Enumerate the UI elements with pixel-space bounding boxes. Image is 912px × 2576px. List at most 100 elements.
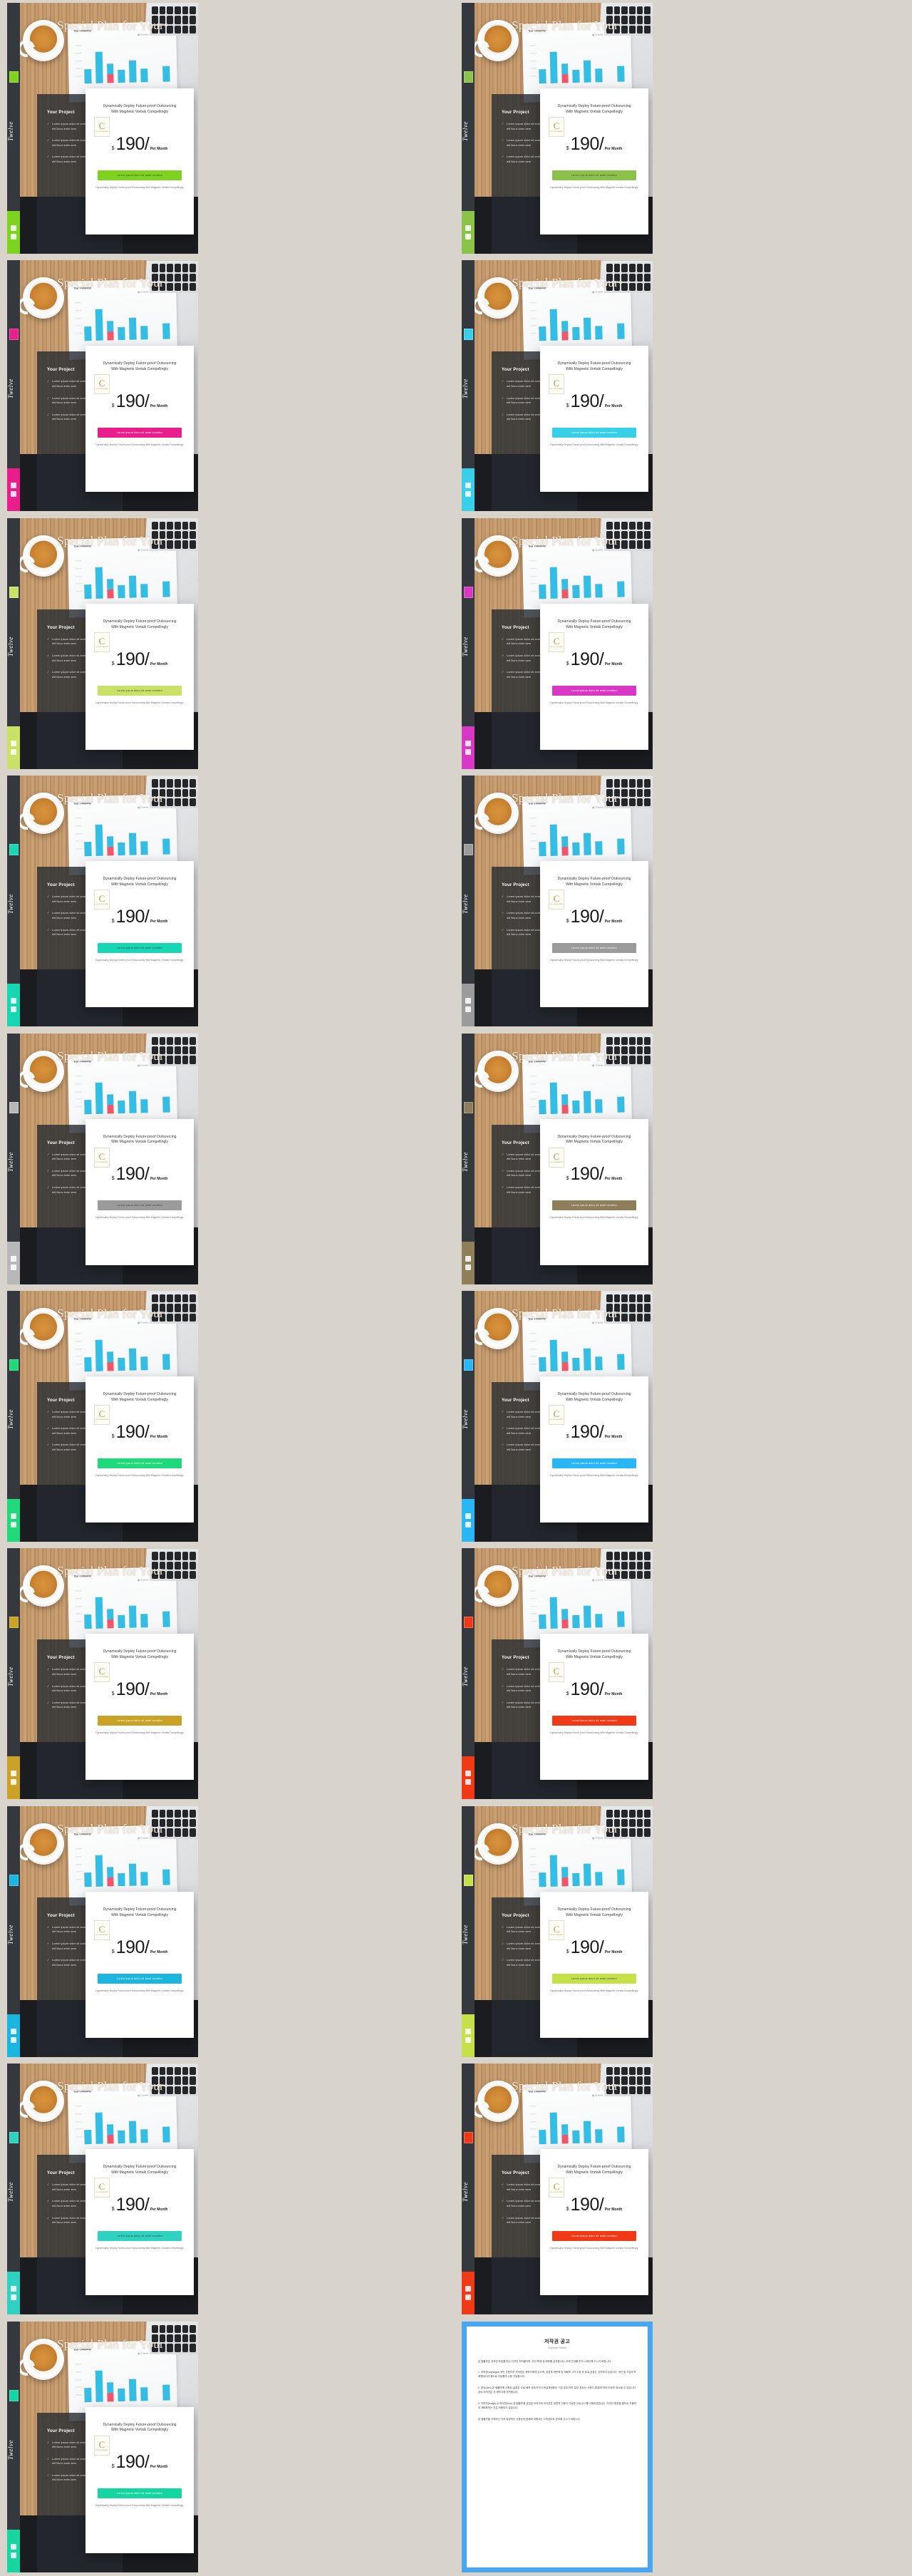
gallery-cell[interactable]: Our company CompareRateValue Special Pla…: [0, 1031, 456, 1288]
keyboard-key: [629, 2067, 636, 2076]
keyboard-key: [167, 1809, 173, 1818]
price-currency: $: [566, 2206, 569, 2212]
cta-button[interactable]: Lorem ipsum dolor sit amet cectetur: [552, 2230, 636, 2241]
cta-button[interactable]: Lorem ipsum dolor sit amet cectetur: [98, 1973, 182, 1984]
slide-thumbnail[interactable]: Our company CompareRateValue Special Pla…: [7, 517, 198, 769]
keyboard-key: [182, 1552, 189, 1560]
slide-thumbnail[interactable]: Our company CompareRateValue Special Pla…: [7, 1033, 198, 1284]
chart-bar: [549, 1339, 558, 1371]
keyboard-key: [621, 6, 628, 15]
cta-button[interactable]: Lorem ipsum dolor sit amet cectetur: [552, 942, 636, 953]
gallery-cell[interactable]: Our company CompareRateValue Special Pla…: [0, 2319, 456, 2576]
slide-left-rail: Twelve: [7, 2321, 20, 2572]
gallery-cell[interactable]: Our company CompareRateValue Special Pla…: [0, 257, 456, 515]
gallery-cell[interactable]: Our company CompareRateValue Special Pla…: [0, 1545, 456, 1803]
slide-thumbnail[interactable]: Our company CompareRateValue Special Pla…: [7, 1805, 198, 2057]
slide-thumbnail[interactable]: Our company CompareRateValue Special Pla…: [462, 776, 653, 1027]
slide-thumbnail[interactable]: Our company CompareRateValue Special Pla…: [7, 260, 198, 512]
chart-legend-item: Compare: [592, 1064, 603, 1066]
award-badge-icon: C GOLDEN AWARD: [549, 1147, 564, 1168]
gallery-cell[interactable]: Our company CompareRateValue Special Pla…: [456, 1031, 912, 1288]
keyboard-key: [159, 2324, 166, 2333]
slide-thumbnail[interactable]: Our company CompareRateValue Special Pla…: [7, 1548, 198, 1800]
award-badge-icon: C GOLDEN AWARD: [94, 1920, 110, 1940]
slide-thumbnail[interactable]: Our company CompareRateValue Special Pla…: [462, 1805, 653, 2057]
gallery-cell[interactable]: Our company CompareRateValue Special Pla…: [456, 1803, 912, 2061]
slide-thumbnail[interactable]: Our company CompareRateValue Special Pla…: [7, 1290, 198, 1542]
cta-button[interactable]: Lorem ipsum dolor sit amet cectetur: [98, 942, 182, 953]
card-headline: Dynamically Deploy Future-proof Outsourc…: [557, 2165, 631, 2175]
card-headline: Dynamically Deploy Future-proof Outsourc…: [103, 361, 177, 372]
chart-bar: [539, 1356, 546, 1372]
cta-button[interactable]: Lorem ipsum dolor sit amet cectetur: [98, 2230, 182, 2241]
cta-button[interactable]: Lorem ipsum dolor sit amet cectetur: [552, 685, 636, 696]
cta-button[interactable]: Lorem ipsum dolor sit amet cectetur: [552, 428, 636, 438]
gallery-cell[interactable]: Our company CompareRateValue Special Pla…: [456, 257, 912, 515]
price-period: Per Month: [604, 1177, 623, 1182]
keyboard-key: [182, 6, 189, 15]
price-period: Per Month: [150, 146, 168, 151]
price-currency: $: [111, 918, 115, 924]
gallery-cell[interactable]: Our company CompareRateValue Special Pla…: [0, 2061, 456, 2318]
slide-thumbnail[interactable]: Our company CompareRateValue Special Pla…: [462, 3, 653, 254]
gallery-cell[interactable]: Our company CompareRateValue Special Pla…: [456, 1545, 912, 1803]
accent-swatch-bottom: [7, 1756, 20, 1800]
award-badge-icon: C GOLDEN AWARD: [94, 1404, 110, 1425]
card-headline: Dynamically Deploy Future-proof Outsourc…: [557, 104, 631, 114]
slide-thumbnail[interactable]: Our company CompareRateValue Special Pla…: [462, 260, 653, 512]
gallery-cell[interactable]: 저작권 공고 Copyright Notice 본 템플릿은 저작권 보호를 받…: [456, 2319, 912, 2576]
chart-bar: [118, 585, 125, 598]
gallery-cell[interactable]: Our company CompareRateValue Special Pla…: [456, 773, 912, 1030]
chart-bar: [162, 323, 170, 340]
slide-thumbnail[interactable]: Our company CompareRateValue Special Pla…: [462, 1548, 653, 1800]
chart-axis: [75, 2106, 83, 2138]
slide-thumbnail[interactable]: Our company CompareRateValue Special Pla…: [462, 2064, 653, 2315]
cta-button[interactable]: Lorem ipsum dolor sit amet cectetur: [98, 1200, 182, 1211]
gallery-cell[interactable]: Our company CompareRateValue Special Pla…: [0, 515, 456, 773]
slide-thumbnail[interactable]: Our company CompareRateValue Special Pla…: [462, 517, 653, 769]
chart-bars: [84, 51, 170, 84]
accent-swatch-bottom: [462, 468, 475, 512]
price-display: $ 190 / Per Month: [93, 2452, 187, 2473]
slide-thumbnail[interactable]: Our company CompareRateValue Special Pla…: [7, 2321, 198, 2572]
card-headline: Dynamically Deploy Future-proof Outsourc…: [103, 877, 177, 887]
gallery-cell[interactable]: Our company CompareRateValue Special Pla…: [0, 773, 456, 1030]
cta-button[interactable]: Lorem ipsum dolor sit amet cectetur: [98, 1716, 182, 1726]
cta-button[interactable]: Lorem ipsum dolor sit amet cectetur: [98, 1458, 182, 1468]
keyboard-key: [182, 1294, 189, 1303]
slide-thumbnail[interactable]: Our company CompareRateValue Special Pla…: [7, 2064, 198, 2315]
slide-thumbnail[interactable]: Our company CompareRateValue Special Pla…: [7, 3, 198, 254]
cta-button[interactable]: Lorem ipsum dolor sit amet cectetur: [552, 1716, 636, 1726]
price-amount: 190: [115, 906, 145, 927]
slide-thumbnail[interactable]: Our company CompareRateValue Special Pla…: [462, 1033, 653, 1284]
keyboard-key: [182, 1809, 189, 1818]
slide-thumbnail[interactable]: Our company CompareRateValue Special Pla…: [7, 776, 198, 1027]
chart-bar: [118, 1873, 125, 1886]
chart-bar: [106, 2381, 114, 2402]
gallery-cell[interactable]: Our company CompareRateValue Special Pla…: [0, 1288, 456, 1545]
slide-title: Special Plan for Your: [512, 2079, 618, 2093]
cta-button[interactable]: Lorem ipsum dolor sit amet cectetur: [552, 1200, 636, 1211]
cta-button[interactable]: Lorem ipsum dolor sit amet cectetur: [552, 170, 636, 180]
cta-button[interactable]: Lorem ipsum dolor sit amet cectetur: [552, 1973, 636, 1984]
keyboard-key: [606, 1294, 613, 1303]
slide-thumbnail[interactable]: Our company CompareRateValue Special Pla…: [462, 1290, 653, 1542]
gallery-cell[interactable]: Our company CompareRateValue Special Pla…: [456, 0, 912, 257]
price-amount: 190: [570, 649, 600, 669]
cta-button[interactable]: Lorem ipsum dolor sit amet cectetur: [98, 428, 182, 438]
gallery-cell[interactable]: Our company CompareRateValue Special Pla…: [456, 515, 912, 773]
cta-button[interactable]: Lorem ipsum dolor sit amet cectetur: [98, 2488, 182, 2499]
badge-glyph: C: [553, 635, 560, 646]
gallery-cell[interactable]: Our company CompareRateValue Special Pla…: [456, 2061, 912, 2318]
gallery-cell[interactable]: Our company CompareRateValue Special Pla…: [0, 0, 456, 257]
keyboard-key: [182, 1036, 189, 1045]
gallery-cell[interactable]: Our company CompareRateValue Special Pla…: [0, 1803, 456, 2061]
chart-bar: [549, 1082, 558, 1114]
cta-button[interactable]: Lorem ipsum dolor sit amet cectetur: [552, 1458, 636, 1468]
price-slash: /: [144, 2194, 150, 2215]
cta-button[interactable]: Lorem ipsum dolor sit amet cectetur: [98, 685, 182, 696]
card-headline: Dynamically Deploy Future-proof Outsourc…: [557, 1391, 631, 1402]
cta-button[interactable]: Lorem ipsum dolor sit amet cectetur: [98, 170, 182, 180]
chart-bar: [95, 1082, 103, 1114]
gallery-cell[interactable]: Our company CompareRateValue Special Pla…: [456, 1288, 912, 1545]
